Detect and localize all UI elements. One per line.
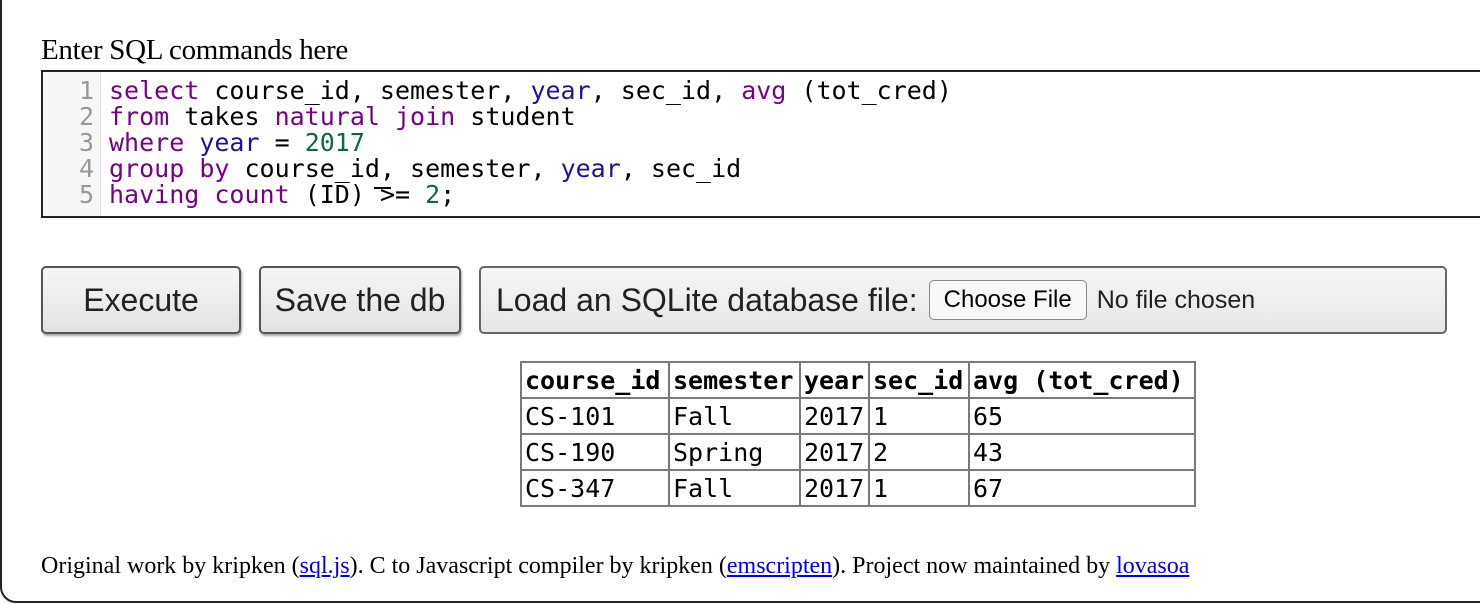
load-database-label: Load an SQLite database file: xyxy=(496,281,918,318)
page-title: Enter SQL commands here xyxy=(41,34,348,66)
code-token: natural xyxy=(274,102,380,131)
text-cursor xyxy=(374,187,391,189)
code-token: having xyxy=(109,180,200,209)
table-row: CS-101 Fall 2017 1 65 xyxy=(520,397,1196,435)
table-cell: 65 xyxy=(968,397,1196,435)
footer-text: ). C to Javascript compiler by kripken ( xyxy=(349,553,727,579)
choose-file-button[interactable]: Choose File xyxy=(928,280,1087,320)
code-token: where xyxy=(109,128,185,157)
column-header: avg (tot_cred) xyxy=(968,361,1196,399)
code-token: 2 xyxy=(425,180,441,209)
column-header: year xyxy=(799,361,870,399)
table-cell: CS-101 xyxy=(520,397,670,435)
lovasoa-link[interactable]: lovasoa xyxy=(1116,553,1189,579)
code-token: (tot_cred) xyxy=(786,76,952,105)
table-cell: 2017 xyxy=(799,433,870,471)
code-token: year xyxy=(199,128,260,157)
code-token: course_id, semester, xyxy=(229,154,561,183)
execute-button[interactable]: Execute xyxy=(41,266,241,334)
code-text: having count (ID) >= 2; xyxy=(109,182,455,208)
code-text: from takes natural join student xyxy=(109,104,576,130)
column-header: semester xyxy=(668,361,801,399)
code-token: 2017 xyxy=(304,128,365,157)
footer-text: ). Project now maintained by xyxy=(832,553,1117,579)
code-token: takes xyxy=(169,102,275,131)
code-token: year xyxy=(560,154,621,183)
code-token: , sec_id, xyxy=(590,76,742,105)
load-database-control[interactable]: Load an SQLite database file: Choose Fil… xyxy=(479,266,1447,334)
code-text: where year = 2017 xyxy=(109,130,365,156)
line-number: 1 xyxy=(78,76,94,105)
code-token: group xyxy=(109,154,185,183)
code-text: select course_id, semester, year, sec_id… xyxy=(109,78,952,104)
code-token: course_id, semester, xyxy=(199,76,531,105)
footer-credits: Original work by kripken (sql.js). C to … xyxy=(41,553,1189,580)
table-cell: Fall xyxy=(668,397,801,435)
table-cell: 2017 xyxy=(799,469,870,507)
table-cell: Spring xyxy=(668,433,801,471)
table-cell: 1 xyxy=(868,469,970,507)
column-header: sec_id xyxy=(868,361,970,399)
table-cell: CS-347 xyxy=(520,469,670,507)
table-cell: 2017 xyxy=(799,397,870,435)
code-token: join xyxy=(395,102,456,131)
save-db-button[interactable]: Save the db xyxy=(259,266,461,334)
emscripten-link[interactable]: emscripten xyxy=(727,553,832,579)
line-number: 3 xyxy=(78,128,94,157)
table-header-row: course_id semester year sec_id avg (tot_… xyxy=(520,361,1196,399)
table-cell: Fall xyxy=(668,469,801,507)
line-number: 2 xyxy=(78,102,94,131)
line-number: 5 xyxy=(78,180,94,209)
table-cell: 1 xyxy=(868,397,970,435)
table-row: CS-347 Fall 2017 1 67 xyxy=(520,469,1196,507)
table-cell: 43 xyxy=(968,433,1196,471)
code-token: count xyxy=(214,180,290,209)
table-cell: CS-190 xyxy=(520,433,670,471)
code-token: year xyxy=(530,76,591,105)
code-token: from xyxy=(109,102,170,131)
column-header: course_id xyxy=(520,361,670,399)
sql-editor[interactable]: 1 select course_id, semester, year, sec_i… xyxy=(41,70,1480,218)
sqljs-link[interactable]: sql.js xyxy=(300,553,350,579)
line-number: 4 xyxy=(78,154,94,183)
code-token: ; xyxy=(440,180,456,209)
results-table: course_id semester year sec_id avg (tot_… xyxy=(520,361,1196,507)
file-status-text: No file chosen xyxy=(1096,285,1256,314)
code-token: = xyxy=(259,128,305,157)
code-text: group by course_id, semester, year, sec_… xyxy=(109,156,741,182)
table-cell: 67 xyxy=(968,469,1196,507)
code-token: student xyxy=(455,102,576,131)
code-token: (ID) >= xyxy=(289,180,426,209)
code-token: , sec_id xyxy=(620,154,742,183)
table-row: CS-190 Spring 2017 2 43 xyxy=(520,433,1196,471)
footer-text: Original work by kripken ( xyxy=(41,553,300,579)
code-token: by xyxy=(199,154,230,183)
table-cell: 2 xyxy=(868,433,970,471)
code-token: avg xyxy=(741,76,787,105)
code-token: select xyxy=(109,76,200,105)
